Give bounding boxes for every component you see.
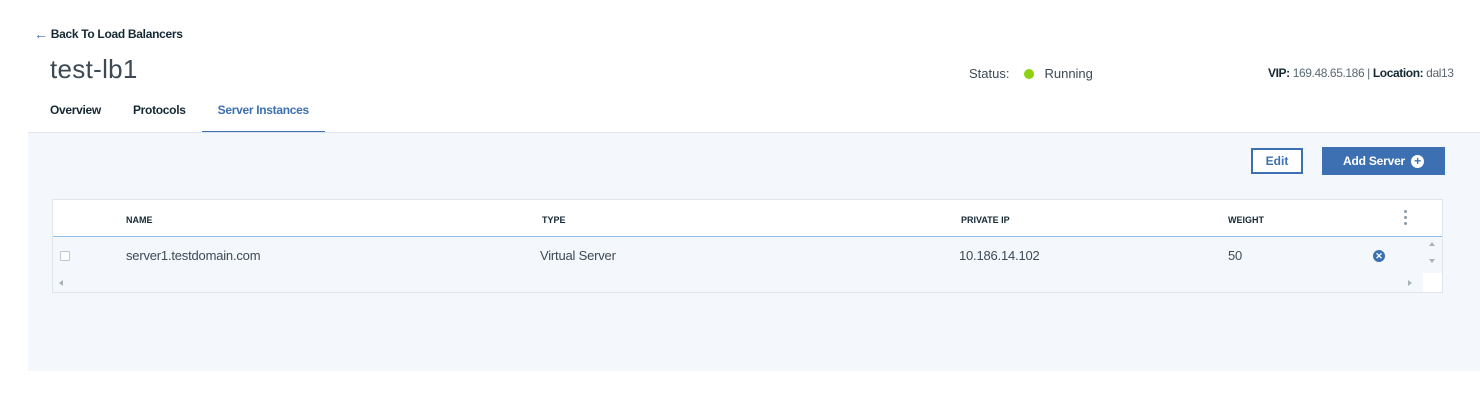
table-row: server1.testdomain.com Virtual Server 10…	[53, 237, 1442, 273]
vip-label: VIP:	[1268, 66, 1290, 80]
info-separator: |	[1367, 66, 1370, 80]
status-dot-icon	[1024, 68, 1035, 79]
horizontal-scrollbar[interactable]	[53, 273, 1423, 292]
tab-server-instances[interactable]: Server Instances	[201, 103, 325, 133]
edit-button[interactable]: Edit	[1251, 148, 1303, 174]
scrollbar-corner	[1423, 273, 1442, 292]
scroll-right-arrow-icon[interactable]	[1408, 280, 1412, 286]
table-header: NAME TYPE PRIVATE IP WEIGHT	[53, 200, 1442, 237]
tab-bar: Overview Protocols Server Instances	[34, 103, 325, 133]
cell-name: server1.testdomain.com	[126, 248, 261, 263]
server-table: NAME TYPE PRIVATE IP WEIGHT server1.test…	[52, 199, 1443, 293]
row-checkbox[interactable]	[60, 251, 70, 261]
cell-private-ip: 10.186.14.102	[959, 248, 1040, 263]
column-header-private-ip[interactable]: PRIVATE IP	[961, 215, 1010, 225]
scroll-down-arrow-icon[interactable]	[1429, 259, 1435, 263]
vip-location-info: VIP: 169.48.65.186 | Location: dal13	[1268, 66, 1454, 80]
add-server-button[interactable]: Add Server +	[1322, 147, 1445, 175]
location-label: Location:	[1372, 66, 1424, 80]
tab-protocols[interactable]: Protocols	[117, 103, 202, 131]
status-indicator: Status: Running	[969, 66, 1093, 81]
status-value: Running	[1044, 66, 1093, 81]
arrow-left-icon: ←	[34, 26, 48, 42]
page-title: test-lb1	[50, 54, 138, 84]
tab-overview[interactable]: Overview	[34, 103, 117, 131]
remove-circle-icon[interactable]: ✕	[1373, 250, 1385, 262]
plus-circle-icon: +	[1411, 154, 1425, 168]
vip-value: 169.48.65.186	[1292, 66, 1365, 80]
column-header-type[interactable]: TYPE	[542, 215, 566, 225]
kebab-menu-icon[interactable]	[1400, 207, 1410, 229]
cell-type: Virtual Server	[540, 248, 616, 263]
back-to-load-balancers-link[interactable]: ← Back To Load Balancers	[34, 26, 183, 42]
add-server-label: Add Server	[1342, 154, 1406, 168]
column-header-weight[interactable]: WEIGHT	[1228, 215, 1264, 225]
column-header-name[interactable]: NAME	[126, 215, 153, 225]
scroll-up-arrow-icon[interactable]	[1429, 242, 1435, 246]
scroll-left-arrow-icon[interactable]	[59, 280, 63, 286]
back-link-label: Back To Load Balancers	[50, 27, 183, 41]
cell-weight: 50	[1228, 248, 1243, 263]
vertical-scrollbar[interactable]	[1423, 237, 1442, 273]
location-value: dal13	[1426, 66, 1454, 80]
status-label: Status:	[969, 66, 1010, 81]
